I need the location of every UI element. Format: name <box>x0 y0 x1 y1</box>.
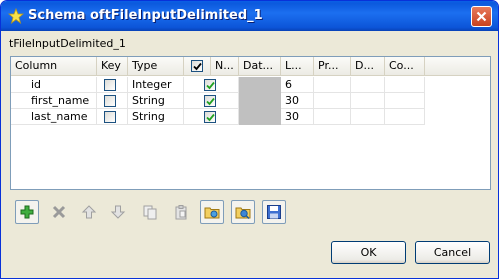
nullable-checkbox[interactable] <box>204 79 216 91</box>
cell-nullable[interactable] <box>184 109 239 125</box>
header-key[interactable]: Key <box>97 57 128 76</box>
window-title: Schema oftFileInputDelimited_1 <box>28 8 263 23</box>
delete-row-button[interactable] <box>47 200 71 224</box>
header-column[interactable]: Column <box>11 57 97 76</box>
nullable-checkbox[interactable] <box>204 111 216 123</box>
schema-table[interactable]: Column Key Type N... Dat... L... Pr... D… <box>10 56 491 190</box>
paste-icon <box>175 205 187 220</box>
key-checkbox[interactable] <box>104 111 116 123</box>
save-button[interactable] <box>262 200 286 224</box>
header-length[interactable]: L... <box>281 57 314 76</box>
cell-comment[interactable] <box>385 77 425 93</box>
cell-precision[interactable] <box>314 77 351 93</box>
checkmark-icon <box>206 97 215 106</box>
cell-key[interactable] <box>97 109 128 125</box>
header-check-all[interactable] <box>184 57 211 76</box>
checkmark-icon <box>193 62 202 71</box>
cell-key[interactable] <box>97 93 128 109</box>
cell-date-pattern <box>239 77 281 93</box>
copy-button[interactable] <box>138 200 162 224</box>
close-icon <box>476 11 487 22</box>
import-schema-button[interactable] <box>200 200 224 224</box>
cell-length[interactable]: 30 <box>281 93 314 109</box>
header-comment[interactable]: Co... <box>385 57 425 76</box>
key-checkbox[interactable] <box>104 79 116 91</box>
close-button[interactable] <box>471 6 492 27</box>
star-icon <box>8 8 24 24</box>
plus-icon <box>20 205 34 219</box>
cancel-button[interactable]: Cancel <box>415 241 490 264</box>
cell-type[interactable]: String <box>128 109 184 125</box>
folder-import-icon <box>204 207 220 219</box>
cell-comment[interactable] <box>385 109 425 125</box>
cell-date-pattern <box>239 93 281 109</box>
table-row[interactable]: id Integer 6 <box>11 77 490 93</box>
arrow-down-icon <box>110 205 126 219</box>
cell-length[interactable]: 30 <box>281 109 314 125</box>
header-precision[interactable]: Pr... <box>314 57 351 76</box>
header-default[interactable]: D... <box>351 57 385 76</box>
paste-button[interactable] <box>169 200 193 224</box>
ok-button[interactable]: OK <box>331 241 406 264</box>
cell-column[interactable]: last_name <box>11 109 97 125</box>
component-name: tFileInputDelimited_1 <box>9 37 126 50</box>
cell-precision[interactable] <box>314 93 351 109</box>
schema-dialog: Schema oftFileInputDelimited_1 tFileInpu… <box>0 0 499 279</box>
copy-icon <box>143 205 157 220</box>
arrow-up-icon <box>81 205 97 219</box>
x-icon <box>52 205 66 219</box>
table-row[interactable]: first_name String 30 <box>11 93 490 109</box>
header-nullable[interactable]: N... <box>211 57 239 76</box>
table-row[interactable]: last_name String 30 <box>11 109 490 125</box>
cell-column[interactable]: first_name <box>11 93 97 109</box>
title-bar[interactable]: Schema oftFileInputDelimited_1 <box>1 1 498 31</box>
header-type[interactable]: Type <box>128 57 184 76</box>
cell-nullable[interactable] <box>184 77 239 93</box>
cell-type[interactable]: String <box>128 93 184 109</box>
move-down-button[interactable] <box>106 200 130 224</box>
key-checkbox[interactable] <box>104 95 116 107</box>
cell-comment[interactable] <box>385 93 425 109</box>
add-row-button[interactable] <box>15 200 39 224</box>
cell-date-pattern <box>239 109 281 125</box>
export-schema-button[interactable] <box>231 200 255 224</box>
save-icon <box>267 205 281 219</box>
check-all-checkbox[interactable] <box>191 60 203 72</box>
cell-length[interactable]: 6 <box>281 77 314 93</box>
table-header: Column Key Type N... Dat... L... Pr... D… <box>11 57 490 76</box>
folder-export-icon <box>235 207 251 220</box>
checkmark-icon <box>206 81 215 90</box>
cell-default[interactable] <box>351 93 385 109</box>
header-date-pattern[interactable]: Dat... <box>239 57 281 76</box>
cell-default[interactable] <box>351 109 385 125</box>
cell-type[interactable]: Integer <box>128 77 184 93</box>
move-up-button[interactable] <box>77 200 101 224</box>
cell-key[interactable] <box>97 77 128 93</box>
cell-default[interactable] <box>351 77 385 93</box>
nullable-checkbox[interactable] <box>204 95 216 107</box>
cell-nullable[interactable] <box>184 93 239 109</box>
checkmark-icon <box>206 113 215 122</box>
cell-column[interactable]: id <box>11 77 97 93</box>
cell-precision[interactable] <box>314 109 351 125</box>
